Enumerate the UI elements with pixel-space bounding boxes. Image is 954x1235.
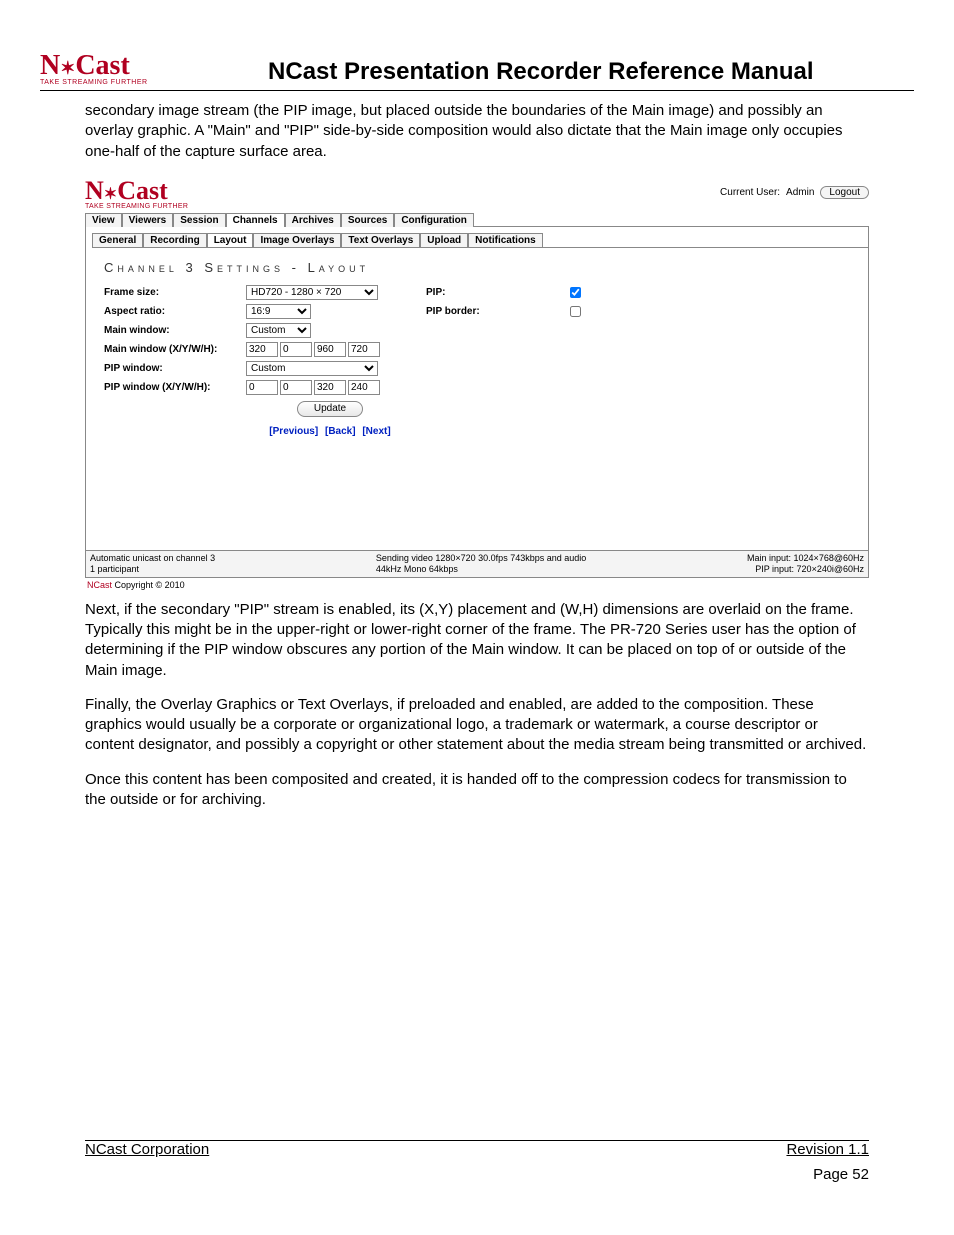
label-main-window: Main window: (104, 325, 244, 336)
tab-view[interactable]: View (85, 213, 122, 227)
pip-border-checkbox[interactable] (570, 306, 581, 317)
tab-archives[interactable]: Archives (285, 213, 341, 227)
paragraph-4: Once this content has been composited an… (85, 770, 869, 811)
pip-y-input[interactable] (280, 380, 312, 395)
subtab-notifications[interactable]: Notifications (468, 233, 543, 247)
page-header: N✶Cast TAKE STREAMING FURTHER NCast Pres… (40, 50, 914, 91)
current-user-label: Current User: (720, 187, 780, 198)
main-tab-row: View Viewers Session Channels Archives S… (85, 212, 869, 227)
tab-configuration[interactable]: Configuration (394, 213, 474, 227)
section-title: Channel 3 Settings - Layout (104, 260, 868, 275)
subtab-recording[interactable]: Recording (143, 233, 206, 247)
channel-panel: General Recording Layout Image Overlays … (85, 227, 869, 578)
pip-window-select[interactable]: Custom (246, 361, 378, 376)
label-pip-border: PIP border: (426, 306, 506, 317)
main-window-select[interactable]: Custom (246, 323, 311, 338)
ss-copyright: NCast Copyright © 2010 (87, 580, 869, 590)
back-link[interactable]: [Back] (325, 426, 356, 437)
tab-sources[interactable]: Sources (341, 213, 394, 227)
footer-left: NCast Corporation (85, 1141, 209, 1158)
status-left: Automatic unicast on channel 3 1 partici… (90, 553, 215, 575)
label-aspect-ratio: Aspect ratio: (104, 306, 244, 317)
pip-w-input[interactable] (314, 380, 346, 395)
tab-channels[interactable]: Channels (226, 213, 285, 227)
label-main-xywh: Main window (X/Y/W/H): (104, 344, 244, 355)
tab-viewers[interactable]: Viewers (122, 213, 174, 227)
paragraph-2: Next, if the secondary "PIP" stream is e… (85, 600, 869, 681)
sub-tab-row: General Recording Layout Image Overlays … (92, 233, 868, 248)
nav-links: [Previous] [Back] [Next] (264, 426, 396, 437)
status-bar: Automatic unicast on channel 3 1 partici… (86, 550, 868, 577)
prev-link[interactable]: [Previous] (269, 426, 318, 437)
pip-h-input[interactable] (348, 380, 380, 395)
main-h-input[interactable] (348, 342, 380, 357)
logo-tagline: TAKE STREAMING FURTHER (40, 79, 148, 86)
document-title: NCast Presentation Recorder Reference Ma… (168, 58, 914, 86)
label-pip-xywh: PIP window (X/Y/W/H): (104, 382, 244, 393)
current-user-name: Admin (786, 187, 814, 198)
subtab-general[interactable]: General (92, 233, 143, 247)
status-middle: Sending video 1280×720 30.0fps 743kbps a… (376, 553, 586, 575)
pip-x-input[interactable] (246, 380, 278, 395)
label-pip: PIP: (426, 287, 506, 298)
main-x-input[interactable] (246, 342, 278, 357)
label-pip-window: PIP window: (104, 363, 244, 374)
paragraph-3: Finally, the Overlay Graphics or Text Ov… (85, 695, 869, 756)
page-footer: NCast Corporation Revision 1.1 (85, 1140, 869, 1158)
paragraph-1: secondary image stream (the PIP image, b… (85, 101, 869, 162)
label-frame-size: Frame size: (104, 287, 244, 298)
subtab-upload[interactable]: Upload (420, 233, 468, 247)
subtab-image-overlays[interactable]: Image Overlays (253, 233, 341, 247)
subtab-layout[interactable]: Layout (207, 233, 254, 247)
ncast-logo: N✶Cast TAKE STREAMING FURTHER (40, 50, 148, 86)
tab-session[interactable]: Session (173, 213, 225, 227)
main-w-input[interactable] (314, 342, 346, 357)
update-button[interactable]: Update (297, 401, 363, 417)
current-user-area: Current User: Admin Logout (720, 186, 869, 199)
aspect-ratio-select[interactable]: 16:9 (246, 304, 311, 319)
status-right: Main input: 1024×768@60Hz PIP input: 720… (747, 553, 864, 575)
ss-logo: N✶Cast TAKE STREAMING FURTHER (85, 176, 188, 210)
embedded-screenshot: N✶Cast TAKE STREAMING FURTHER Current Us… (85, 176, 869, 590)
footer-right: Revision 1.1 (786, 1141, 869, 1158)
logout-button[interactable]: Logout (820, 186, 869, 199)
subtab-text-overlays[interactable]: Text Overlays (341, 233, 420, 247)
pip-checkbox[interactable] (570, 287, 581, 298)
frame-size-select[interactable]: HD720 - 1280 × 720 (246, 285, 378, 300)
page-number: Page 52 (40, 1166, 869, 1183)
next-link[interactable]: [Next] (362, 426, 390, 437)
main-y-input[interactable] (280, 342, 312, 357)
